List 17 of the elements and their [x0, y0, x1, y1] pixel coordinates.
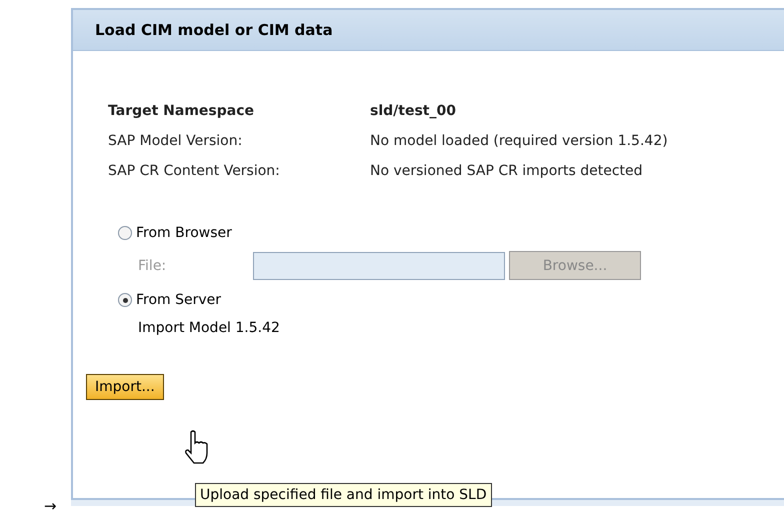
radio-button[interactable] — [118, 226, 132, 240]
info-label: Target Namespace — [108, 103, 256, 119]
info-value: No versioned SAP CR imports detected — [370, 163, 644, 179]
arrow-symbol: → — [44, 497, 57, 515]
panel-title: Load CIM model or CIM data — [73, 10, 784, 51]
radio-label[interactable]: From Server — [136, 292, 222, 308]
tooltip: Upload specified file and import into SLD — [195, 483, 492, 507]
info-label: SAP Model Version: — [108, 133, 244, 149]
file-label: File: — [138, 258, 168, 274]
server-model-text: Import Model 1.5.42 — [138, 320, 281, 336]
hand-cursor-icon — [184, 430, 210, 464]
info-value: No model loaded (required version 1.5.42) — [370, 133, 669, 149]
info-label: SAP CR Content Version: — [108, 163, 281, 179]
radio-label[interactable]: From Browser — [136, 225, 232, 241]
info-value: sld/test_00 — [370, 103, 457, 119]
radio-button[interactable] — [118, 293, 132, 307]
import-button[interactable]: Import... — [86, 374, 164, 400]
